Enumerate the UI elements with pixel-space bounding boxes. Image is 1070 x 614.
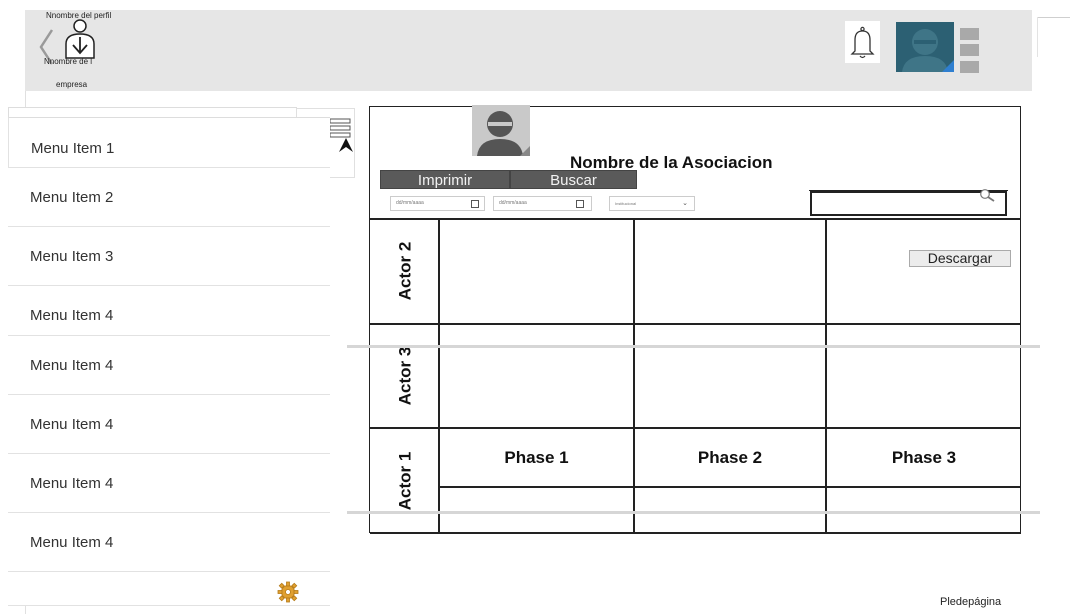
settings-gear-icon[interactable] (277, 581, 299, 603)
phase-header: Phase 2 (697, 448, 763, 467)
actor-row-label: Actor 3 (371, 325, 439, 427)
sidebar-item-label: Menu Item 1 (31, 140, 115, 157)
sidebar-item-6[interactable]: Menu Item 4 (8, 394, 330, 453)
sidebar-item-2[interactable]: Menu Item 2 (8, 167, 330, 226)
download-button[interactable]: Descargar (909, 250, 1011, 267)
sidebar-item-7[interactable]: Menu Item 4 (8, 453, 330, 512)
overlay-divider (347, 511, 1040, 514)
company-name-line1: Nnombre de l (44, 57, 93, 66)
menu-square-icon[interactable] (960, 44, 979, 56)
actor-row-label: Actor 2 (371, 219, 439, 323)
search-icon[interactable] (979, 188, 997, 202)
sidebar-item-label: Menu Item 4 (30, 416, 114, 433)
date-from-input[interactable]: dd/mm/aaaa (390, 196, 485, 211)
sidebar-item-8[interactable]: Menu Item 4 (8, 512, 330, 571)
grid-line (633, 218, 635, 533)
sidebar-item-label: Menu Item 3 (30, 248, 114, 265)
sidebar-item-5[interactable]: Menu Item 4 (8, 335, 330, 394)
phase-header: Phase 1 (504, 448, 569, 467)
sidebar-item-label: Menu Item 4 (30, 357, 114, 374)
profile-user-icon[interactable] (60, 18, 100, 60)
grid-line (370, 323, 1021, 325)
calendar-icon[interactable] (576, 200, 584, 208)
date-to-input[interactable]: dd/mm/aaaa (493, 196, 592, 211)
actor-label: Actor 1 (394, 451, 414, 510)
grid-line (370, 427, 1021, 429)
search-input[interactable] (810, 191, 1007, 216)
calendar-icon[interactable] (471, 200, 479, 208)
footer-text: Pledepágina (940, 596, 1002, 608)
user-avatar[interactable] (896, 22, 954, 72)
sidebar-item-4[interactable]: Menu Item 4 (8, 285, 330, 335)
grid-line (370, 218, 1021, 220)
overlay-divider (347, 345, 1040, 348)
phase-header: Phase 3 (891, 448, 957, 467)
search-button[interactable]: Buscar (510, 170, 637, 189)
institution-select[interactable]: Institucional ⌄ (609, 196, 695, 211)
sidebar-item-label: Menu Item 4 (30, 307, 114, 324)
date-from-placeholder: dd/mm/aaaa (396, 200, 424, 206)
company-name-line2: empresa (56, 80, 88, 89)
sidebar-item-label: Menu Item 4 (30, 534, 114, 551)
top-header (25, 10, 1032, 91)
menu-square-icon[interactable] (960, 28, 979, 40)
menu-square-icon[interactable] (960, 61, 979, 73)
actor-label: Actor 3 (394, 346, 414, 406)
sidebar-item-label: Menu Item 4 (30, 475, 114, 492)
date-to-placeholder: dd/mm/aaaa (499, 200, 527, 206)
sidebar-item-label: Menu Item 2 (30, 189, 114, 206)
organization-avatar (472, 105, 530, 156)
grid-line (825, 218, 827, 533)
actor-row-label: Actor 1 (371, 429, 439, 532)
print-button[interactable]: Imprimir (380, 170, 510, 189)
select-value: Institucional (615, 201, 637, 206)
grid-line (439, 486, 1021, 488)
header-divider-vertical (1037, 17, 1038, 57)
actor-label: Actor 2 (394, 241, 414, 301)
grid-line (370, 532, 1021, 534)
chevron-down-icon: ⌄ (682, 200, 688, 207)
notification-bell-icon[interactable] (845, 21, 880, 63)
sidebar-item-1[interactable]: Menu Item 1 (8, 117, 330, 167)
sidebar-item-3[interactable]: Menu Item 3 (8, 226, 330, 285)
header-divider (1037, 17, 1070, 18)
